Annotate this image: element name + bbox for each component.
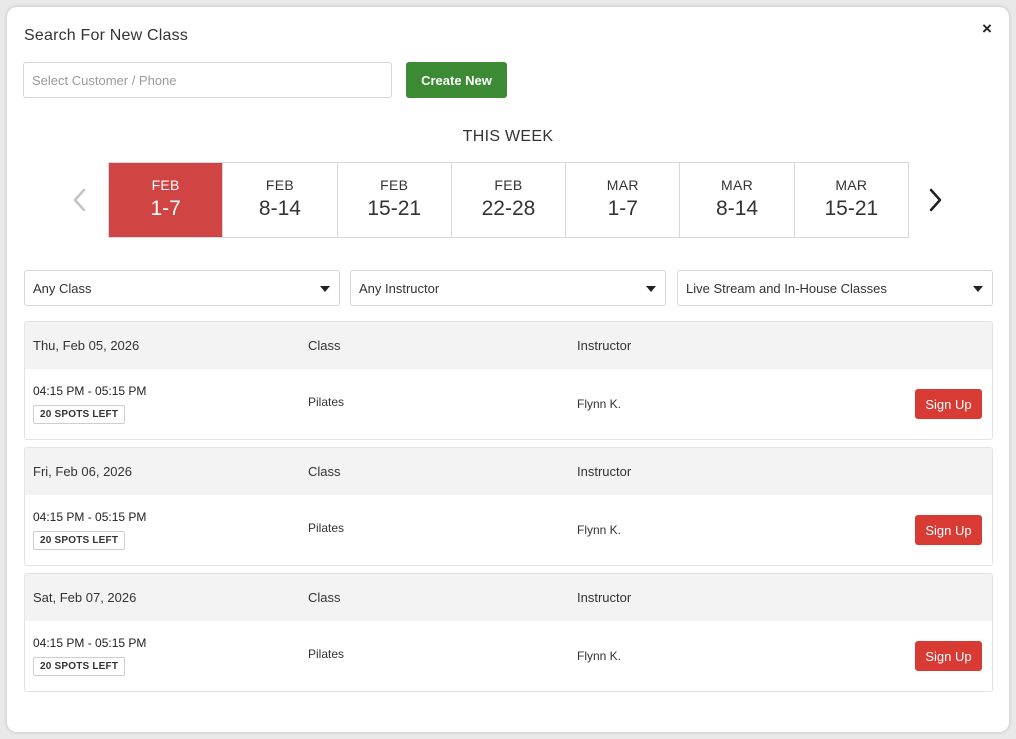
spots-left-badge: 20 SPOTS LEFT bbox=[33, 531, 126, 550]
class-time: 04:15 PM - 05:15 PM bbox=[33, 510, 147, 524]
class-type-filter-select[interactable]: Live Stream and In-House Classes bbox=[677, 270, 993, 306]
spots-left-badge: 20 SPOTS LEFT bbox=[33, 405, 126, 424]
week-selector: FEB 1-7 FEB 8-14 FEB 15-21 FEB 22-28 MAR… bbox=[108, 162, 909, 238]
day-date: Fri, Feb 06, 2026 bbox=[33, 464, 132, 479]
week-range: 1-7 bbox=[607, 197, 638, 220]
week-month: FEB bbox=[380, 177, 409, 193]
customer-search-input[interactable] bbox=[23, 62, 392, 98]
class-column-header: Class bbox=[308, 338, 341, 353]
sign-up-button[interactable]: Sign Up bbox=[915, 515, 982, 545]
class-name: Pilates bbox=[308, 521, 345, 535]
instructor-filter-select[interactable]: Any Instructor bbox=[350, 270, 666, 306]
caret-down-icon bbox=[320, 286, 330, 292]
week-range: 1-7 bbox=[150, 197, 181, 220]
class-name: Pilates bbox=[308, 647, 345, 661]
day-header: Sat, Feb 07, 2026 Class Instructor bbox=[25, 574, 992, 621]
instructor-column-header: Instructor bbox=[577, 590, 632, 605]
week-range: 22-28 bbox=[481, 197, 536, 220]
class-column-header: Class bbox=[308, 464, 341, 479]
day-header: Thu, Feb 05, 2026 Class Instructor bbox=[25, 322, 992, 369]
day-date: Thu, Feb 05, 2026 bbox=[33, 338, 140, 353]
class-row: 04:15 PM - 05:15 PM 20 SPOTS LEFT Pilate… bbox=[25, 621, 992, 691]
chevron-right-icon[interactable] bbox=[923, 185, 947, 215]
class-filter-select[interactable]: Any Class bbox=[24, 270, 340, 306]
caret-down-icon bbox=[973, 286, 983, 292]
spots-left-badge: 20 SPOTS LEFT bbox=[33, 657, 126, 676]
week-range: 8-14 bbox=[716, 197, 759, 220]
caret-down-icon bbox=[646, 286, 656, 292]
class-time: 04:15 PM - 05:15 PM bbox=[33, 384, 147, 398]
instructor-name: Flynn K. bbox=[577, 523, 622, 537]
week-month: MAR bbox=[721, 177, 754, 193]
day-schedule: Sat, Feb 07, 2026 Class Instructor 04:15… bbox=[24, 573, 993, 692]
day-header: Fri, Feb 06, 2026 Class Instructor bbox=[25, 448, 992, 495]
day-schedule: Fri, Feb 06, 2026 Class Instructor 04:15… bbox=[24, 447, 993, 566]
class-column-header: Class bbox=[308, 590, 341, 605]
sign-up-button[interactable]: Sign Up bbox=[915, 389, 982, 419]
week-tab[interactable]: MAR 8-14 bbox=[680, 163, 795, 237]
week-tab[interactable]: FEB 1-7 bbox=[109, 163, 224, 237]
modal-title: Search For New Class bbox=[24, 27, 189, 44]
day-schedule: Thu, Feb 05, 2026 Class Instructor 04:15… bbox=[24, 321, 993, 440]
class-filter-value: Any Class bbox=[33, 281, 92, 296]
instructor-name: Flynn K. bbox=[577, 649, 622, 663]
week-tab[interactable]: FEB 15-21 bbox=[338, 163, 452, 237]
week-month: MAR bbox=[835, 177, 868, 193]
week-label: THIS WEEK bbox=[462, 128, 554, 145]
create-new-button[interactable]: Create New bbox=[406, 62, 507, 98]
week-tab[interactable]: FEB 8-14 bbox=[223, 163, 338, 237]
search-class-modal: Search For New Class × Create New THIS W… bbox=[7, 7, 1009, 732]
week-range: 15-21 bbox=[824, 197, 879, 220]
week-month: FEB bbox=[265, 177, 294, 193]
week-month: FEB bbox=[151, 177, 180, 193]
week-range: 8-14 bbox=[258, 197, 301, 220]
week-range: 15-21 bbox=[367, 197, 422, 220]
class-type-filter-value: Live Stream and In-House Classes bbox=[686, 281, 887, 296]
week-tab[interactable]: MAR 1-7 bbox=[566, 163, 681, 237]
instructor-name: Flynn K. bbox=[577, 397, 622, 411]
sign-up-button[interactable]: Sign Up bbox=[915, 641, 982, 671]
class-row: 04:15 PM - 05:15 PM 20 SPOTS LEFT Pilate… bbox=[25, 495, 992, 565]
instructor-column-header: Instructor bbox=[577, 464, 632, 479]
week-tab[interactable]: MAR 15-21 bbox=[795, 163, 908, 237]
week-tab[interactable]: FEB 22-28 bbox=[452, 163, 567, 237]
chevron-left-icon[interactable] bbox=[69, 185, 93, 215]
instructor-column-header: Instructor bbox=[577, 338, 632, 353]
class-row: 04:15 PM - 05:15 PM 20 SPOTS LEFT Pilate… bbox=[25, 369, 992, 439]
day-date: Sat, Feb 07, 2026 bbox=[33, 590, 137, 605]
close-icon[interactable]: × bbox=[979, 20, 995, 37]
week-month: FEB bbox=[494, 177, 523, 193]
instructor-filter-value: Any Instructor bbox=[359, 281, 440, 296]
class-name: Pilates bbox=[308, 395, 345, 409]
week-month: MAR bbox=[606, 177, 639, 193]
class-time: 04:15 PM - 05:15 PM bbox=[33, 636, 147, 650]
